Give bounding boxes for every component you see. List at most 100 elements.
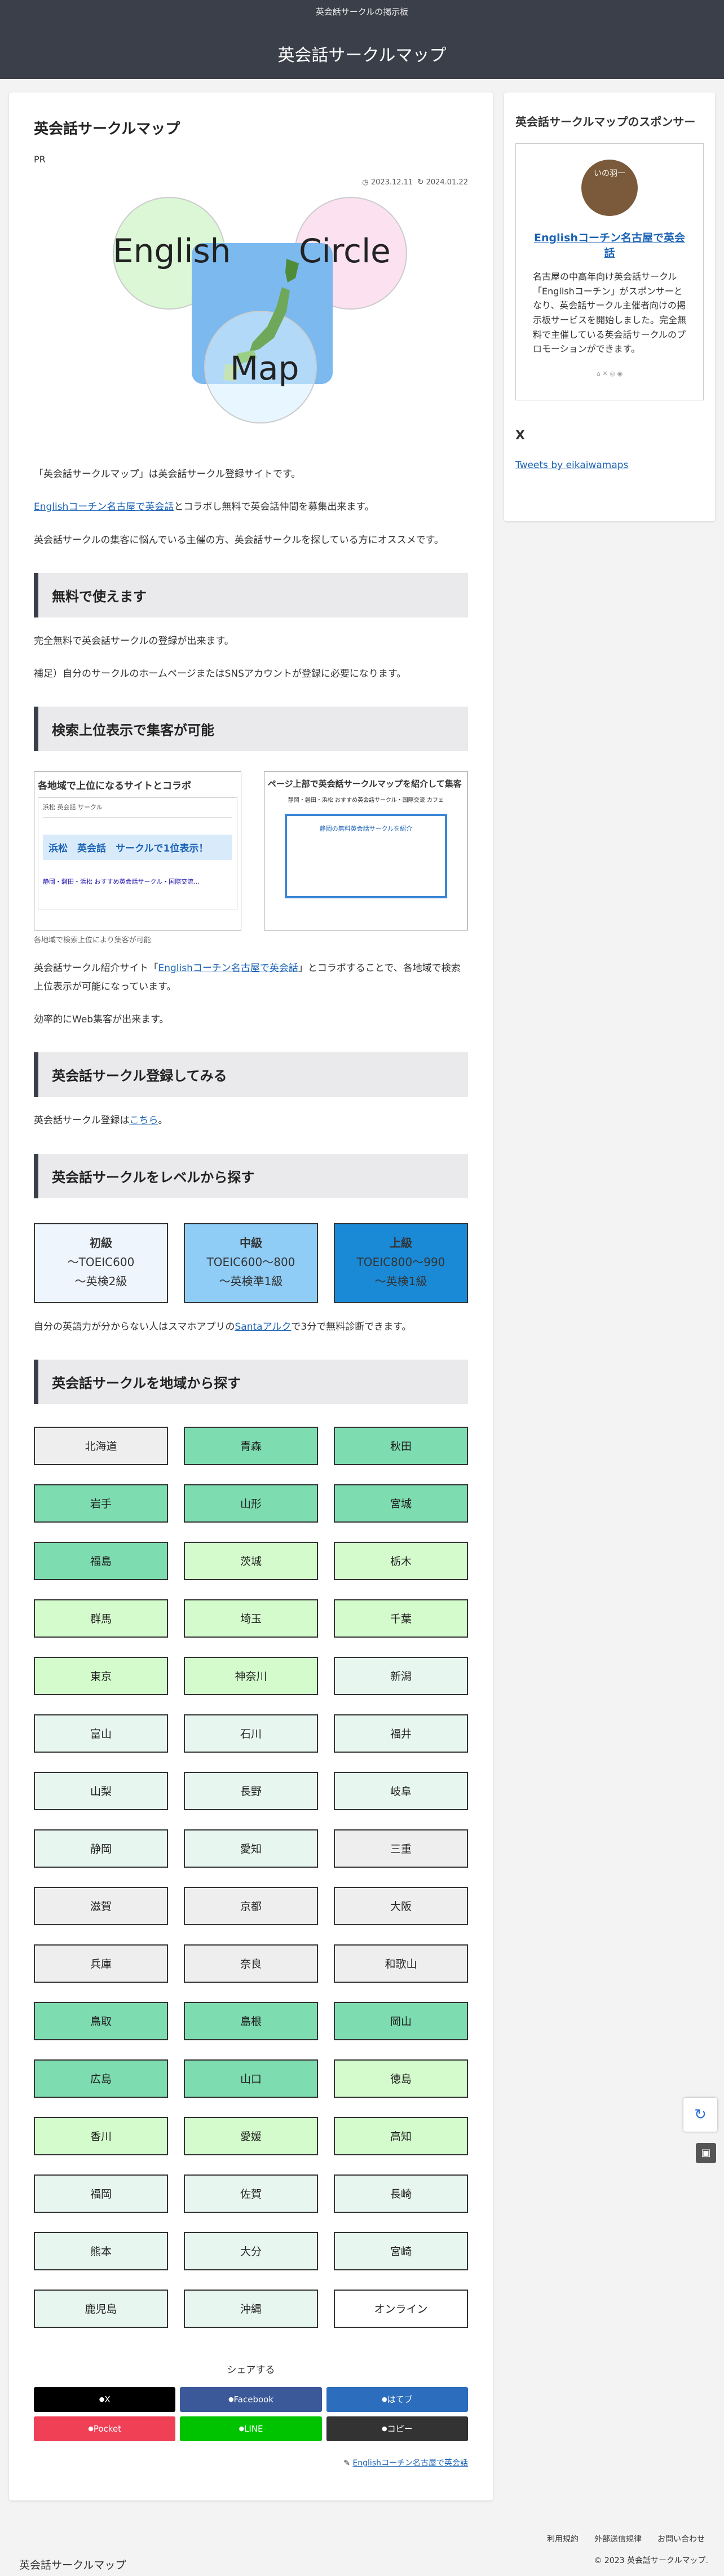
seo-text-1: 英会話サークル紹介サイト「Englishコーチン名古屋で英会話」とコラボすること… [34,963,461,993]
site-preview-screenshot: ページ上部で英会話サークルマップを紹介して集客 静岡・磐田・浜松 おすすめ英会話… [263,771,468,931]
heading-level: 英会話サークルをレベルから探す [34,1153,468,1198]
pocket-icon: ● [88,2425,94,2433]
prefecture-button[interactable]: 長野 [184,1771,318,1810]
prefecture-button[interactable]: 宮城 [334,1484,468,1523]
level-intermediate-button[interactable]: 中級 TOEIC600〜800 〜英検準1級 [184,1223,318,1303]
site-title[interactable]: 英会話サークルマップ [0,17,724,66]
register-link[interactable]: こちら [130,1115,158,1126]
pr-label: PR [34,154,46,165]
prefecture-button[interactable]: 福井 [334,1714,468,1753]
prefecture-button[interactable]: 高知 [334,2116,468,2155]
footer-link-terms[interactable]: 利用規約 [547,2533,579,2544]
prefecture-grid: 北海道 青森 秋田岩手 山形 宮城福島 茨城 栃木群馬 埼玉 千葉東京 神奈川 新潟富山 石川 福井山梨… [34,1426,468,2328]
prefecture-button[interactable]: 静岡 [34,1829,168,1868]
prefecture-button[interactable]: 山口 [184,2059,318,2098]
created-date: 2023.12.11 [370,178,413,187]
prefecture-button[interactable]: 滋賀 [34,1886,168,1925]
pencil-icon: ✎ [343,2458,350,2468]
rss-icon[interactable]: ◉ [617,370,623,377]
toc-toggle-button[interactable]: ▣ [696,2143,716,2163]
prefecture-button[interactable]: 愛媛 [184,2116,318,2155]
prefecture-button[interactable]: 福岡 [34,2174,168,2213]
prefecture-button[interactable]: 群馬 [34,1599,168,1638]
prefecture-button[interactable]: 岐阜 [334,1771,468,1810]
level-advanced-button[interactable]: 上級 TOEIC800〜990 〜英検1級 [334,1223,468,1303]
x-timeline-link[interactable]: Tweets by eikaiwamaps [515,460,628,471]
prefecture-button[interactable]: 広島 [34,2059,168,2098]
free-text-2: 補足）自分のサークルのホームページまたはSNSアカウントが登録に必要になります。 [34,668,407,680]
prefecture-button[interactable]: 宮崎 [334,2231,468,2270]
x-icon[interactable]: ✕ [603,370,608,377]
sponsor-link[interactable]: Englishコーチン名古屋で英会話 [534,232,685,259]
site-tagline: 英会話サークルの掲示板 [315,7,409,17]
prefecture-button[interactable]: 岩手 [34,1484,168,1523]
prefecture-button[interactable]: 埼玉 [184,1599,318,1638]
avatar: いの羽一 [581,160,638,216]
prefecture-button[interactable]: 山梨 [34,1771,168,1810]
sponsor-description: 名古屋の中高年向け英会話サークル「Englishコーチン」がスポンサーとなり、英… [533,271,687,355]
prefecture-button[interactable]: 京都 [184,1886,318,1925]
footer-link-external[interactable]: 外部送信規律 [594,2533,642,2544]
footer-brand[interactable]: 英会話サークルマップ [19,2557,126,2572]
prefecture-button[interactable]: 香川 [34,2116,168,2155]
prefecture-button[interactable]: 新潟 [334,1656,468,1695]
prefecture-button[interactable]: 大分 [184,2231,318,2270]
level-buttons: 初級 〜TOEIC600 〜英検2級 中級 TOEIC600〜800 〜英検準1級 上級… [34,1223,468,1303]
x-widget-title: X [515,429,525,443]
santa-alc-link[interactable]: Santaアルク [235,1321,292,1333]
english-coachin-link-2[interactable]: Englishコーチン名古屋で英会話 [158,963,298,974]
prefecture-button[interactable]: 栃木 [334,1541,468,1580]
share-button-0[interactable]: ● X [34,2387,176,2412]
prefecture-button[interactable]: 鳥取 [34,2001,168,2040]
search-result-screenshot: 各地域で上位になるサイトとコラボ 浜松 英会話 サークル 浜松 英会話 サークル… [34,771,241,931]
recaptcha-badge[interactable]: ↻ [683,2098,717,2132]
instagram-icon[interactable]: ◎ [610,370,615,377]
share-button-5[interactable]: ● コピー [326,2416,468,2441]
prefecture-button[interactable]: オンライン [334,2289,468,2328]
facebook-icon: ● [228,2396,234,2403]
prefecture-button[interactable]: 三重 [334,1829,468,1868]
prefecture-button[interactable]: 東京 [34,1656,168,1695]
heading-free: 無料で使えます [34,572,468,617]
english-coachin-link[interactable]: Englishコーチン名古屋で英会話 [34,501,174,513]
refresh-icon: ↻ [417,178,424,187]
prefecture-button[interactable]: 岡山 [334,2001,468,2040]
main-article: 英会話サークルマップ PR ◷ 2023.12.11 ↻ 2024.01.22 … [9,92,493,2500]
heading-register: 英会話サークル登録してみる [34,1052,468,1097]
share-button-4[interactable]: ● LINE [180,2416,322,2441]
prefecture-button[interactable]: 奈良 [184,1944,318,1983]
footer-link-contact[interactable]: お問い合わせ [657,2533,705,2544]
prefecture-button[interactable]: 徳島 [334,2059,468,2098]
prefecture-button[interactable]: 山形 [184,1484,318,1523]
prefecture-button[interactable]: 鹿児島 [34,2289,168,2328]
level-beginner-button[interactable]: 初級 〜TOEIC600 〜英検2級 [34,1223,168,1303]
prefecture-button[interactable]: 茨城 [184,1541,318,1580]
prefecture-button[interactable]: 福島 [34,1541,168,1580]
heading-seo: 検索上位表示で集客が可能 [34,707,468,752]
share-button-3[interactable]: ● Pocket [34,2416,176,2441]
author-link-row: ✎ Englishコーチン名古屋で英会話 [34,2457,468,2468]
prefecture-button[interactable]: 石川 [184,1714,318,1753]
prefecture-button[interactable]: 兵庫 [34,1944,168,1983]
prefecture-button[interactable]: 秋田 [334,1426,468,1465]
share-button-2[interactable]: ● はてブ [326,2387,468,2412]
free-text-1: 完全無料で英会話サークルの登録が出来ます。 [34,635,234,647]
prefecture-button[interactable]: 青森 [184,1426,318,1465]
prefecture-button[interactable]: 大阪 [334,1886,468,1925]
prefecture-button[interactable]: 千葉 [334,1599,468,1638]
prefecture-button[interactable]: 佐賀 [184,2174,318,2213]
prefecture-button[interactable]: 北海道 [34,1426,168,1465]
prefecture-button[interactable]: 富山 [34,1714,168,1753]
footer-links: 利用規約 外部送信規律 お問い合わせ [547,2533,705,2544]
prefecture-button[interactable]: 和歌山 [334,1944,468,1983]
prefecture-button[interactable]: 愛知 [184,1829,318,1868]
prefecture-button[interactable]: 長崎 [334,2174,468,2213]
screenshot-collage: 各地域で上位になるサイトとコラボ 浜松 英会話 サークル 浜松 英会話 サークル… [34,771,468,931]
prefecture-button[interactable]: 熊本 [34,2231,168,2270]
prefecture-button[interactable]: 神奈川 [184,1656,318,1695]
prefecture-button[interactable]: 島根 [184,2001,318,2040]
share-button-1[interactable]: ● Facebook [180,2387,322,2412]
home-icon[interactable]: ⌂ [597,370,601,377]
author-link[interactable]: Englishコーチン名古屋で英会話 [352,2459,468,2468]
prefecture-button[interactable]: 沖縄 [184,2289,318,2328]
